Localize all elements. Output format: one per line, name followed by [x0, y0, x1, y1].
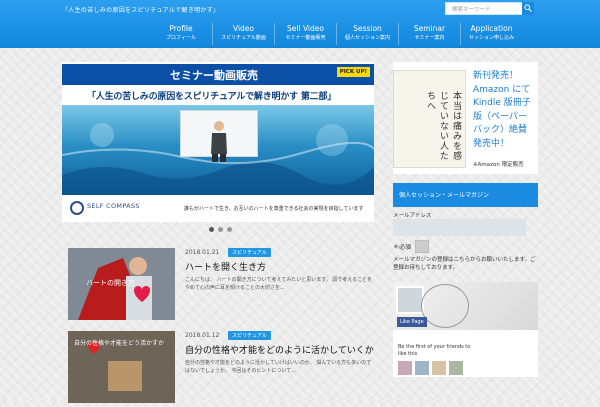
- nav-label: Profile: [169, 24, 193, 33]
- nav-sublabel: セッション申し込み: [468, 35, 514, 41]
- email-field[interactable]: [393, 219, 526, 236]
- nav-sublabel: セミナー動画販売: [285, 35, 326, 41]
- nav-item-video[interactable]: Video スピリチュアル動画: [212, 23, 274, 45]
- nav-label: Application: [470, 24, 513, 33]
- post-title[interactable]: ハートを開く生き方: [185, 260, 266, 273]
- facebook-like-text: Be the first of your friends to like thi…: [398, 344, 471, 357]
- self-compass-logo-icon: [70, 201, 84, 215]
- post-excerpt: こんにちは、 ハートの開き方について考えてみたいと思います。 頭で考えることをや…: [185, 277, 373, 291]
- slider-dots: [209, 227, 232, 232]
- post-date: 2018.01.21: [185, 249, 220, 256]
- book-cover-title: 本当は痛みを感じていない人たちへ: [425, 91, 461, 161]
- book-promo-text: 新刊発売！Amazon にて Kindle 版冊子版（ペーパーバック）絶賛発売中…: [473, 71, 531, 149]
- nav-label: Sell Video: [287, 24, 324, 33]
- search-input[interactable]: 検索キーワード: [445, 2, 534, 15]
- post-date: 2018.01.12: [185, 332, 220, 339]
- post-item[interactable]: 自分の性格や才能をどう活かすか 2018.01.12 スピリチュアル 自分の性格…: [68, 331, 374, 407]
- friend-avatar[interactable]: [415, 361, 429, 375]
- widget-title-bar: 個人セッション・メールマガジン: [393, 183, 538, 207]
- brand-slogan: 誰もがハートで生き、お互いのハートを尊重できる社会の実現を目指しています: [184, 206, 364, 212]
- widget-note: メールマガジンの登録はこちらからお願いいたします。ご登録お待ちしております。: [393, 257, 536, 271]
- email-label: メールアドレス: [393, 213, 432, 219]
- main-nav: Profile プロフィール Video スピリチュアル動画 Sell Video セ…: [150, 23, 522, 47]
- post-excerpt: 自分の性格や才能をどのように活かしていけばいいのか、 悩んでいる方も多いのではな…: [185, 360, 372, 374]
- nav-item-profile[interactable]: Profile プロフィール: [150, 23, 212, 45]
- hero-subtitle: 「人生の苦しみの原因をスピリチュアルで解き明かす 第二部」: [87, 92, 337, 102]
- nav-sublabel: スピリチュアル動画: [221, 35, 266, 41]
- thumbnail-caption: ハートの開き方: [86, 279, 135, 287]
- required-label: ＊必須: [393, 244, 412, 251]
- nav-label: Session: [353, 24, 382, 33]
- nav-sublabel: セミナー案内: [414, 35, 445, 41]
- speaker-icon: [211, 121, 227, 162]
- submit-button[interactable]: [415, 240, 429, 253]
- hero-subtitle-bar: 「人生の苦しみの原因をスピリチュアルで解き明かす 第二部」: [62, 85, 374, 105]
- nav-label: Seminar: [413, 24, 446, 33]
- site-tagline: 「人生の苦しみの原因をスピリチュアルで解き明かす」: [62, 7, 220, 14]
- friend-avatar[interactable]: [449, 361, 463, 375]
- nav-sublabel: プロフィール: [166, 35, 196, 41]
- thumbnail-caption: 自分の性格や才能をどう活かすか: [74, 340, 165, 347]
- widget-title: 個人セッション・メールマガジン: [399, 192, 490, 199]
- hero-banner: セミナー動画販売 PICK UP!: [62, 64, 374, 85]
- nav-label: Video: [232, 24, 254, 33]
- hero-banner-title: セミナー動画販売: [170, 69, 258, 82]
- friend-avatar[interactable]: [398, 361, 412, 375]
- friend-avatar[interactable]: [432, 361, 446, 375]
- pickup-badge: PICK UP!: [336, 67, 370, 77]
- search-icon: [524, 4, 532, 12]
- hero-footer: SELF COMPASS 誰もがハートで生き、お互いのハートを尊重できる社会の実…: [62, 195, 374, 222]
- avatar[interactable]: [396, 286, 424, 314]
- nav-item-session[interactable]: Session 個人セッション案内: [336, 23, 398, 45]
- main-content: セミナー動画販売 PICK UP! 「人生の苦しみの原因をスピリチュアルで解き明…: [62, 62, 374, 403]
- nav-item-seminar[interactable]: Seminar セミナー案内: [398, 23, 460, 45]
- category-badge[interactable]: スピリチュアル: [228, 248, 271, 257]
- brand-name: SELF COMPASS: [87, 202, 140, 210]
- slider-dot[interactable]: [227, 227, 232, 232]
- nav-sublabel: 個人セッション案内: [344, 35, 390, 41]
- facebook-widget: Like Page Be the first of your friends t…: [393, 282, 538, 377]
- book-promo-note: ※Amazon 限定販売: [473, 162, 524, 168]
- category-badge[interactable]: スピリチュアル: [228, 331, 271, 340]
- post-item[interactable]: ハートの開き方 2018.01.21 スピリチュアル ハートを開く生き方 こんに…: [68, 248, 374, 324]
- post-thumbnail[interactable]: 自分の性格や才能をどう活かすか: [68, 331, 175, 403]
- compass-dial-icon: [421, 284, 469, 328]
- post-thumbnail[interactable]: ハートの開き方: [68, 248, 175, 320]
- slider-dot[interactable]: [209, 227, 214, 232]
- search-placeholder: 検索キーワード: [452, 7, 491, 13]
- nav-item-application[interactable]: Application セッション申し込み: [460, 23, 522, 45]
- hero-slider[interactable]: セミナー動画販売 PICK UP! 「人生の苦しみの原因をスピリチュアルで解き明…: [62, 62, 374, 222]
- site-header: 「人生の苦しみの原因をスピリチュアルで解き明かす」 検索キーワード Profil…: [0, 0, 600, 48]
- like-page-button[interactable]: Like Page: [397, 317, 427, 327]
- search-button[interactable]: [522, 2, 534, 15]
- book-promo[interactable]: 本当は痛みを感じていない人たちへ 新刊発売！Amazon にて Kindle 版…: [393, 62, 538, 174]
- slider-dot[interactable]: [218, 227, 223, 232]
- post-title[interactable]: 自分の性格や才能をどのように活かしていくか: [185, 343, 374, 356]
- nav-item-sell-video[interactable]: Sell Video セミナー動画販売: [274, 23, 336, 45]
- book-cover[interactable]: 本当は痛みを感じていない人たちへ: [393, 70, 466, 168]
